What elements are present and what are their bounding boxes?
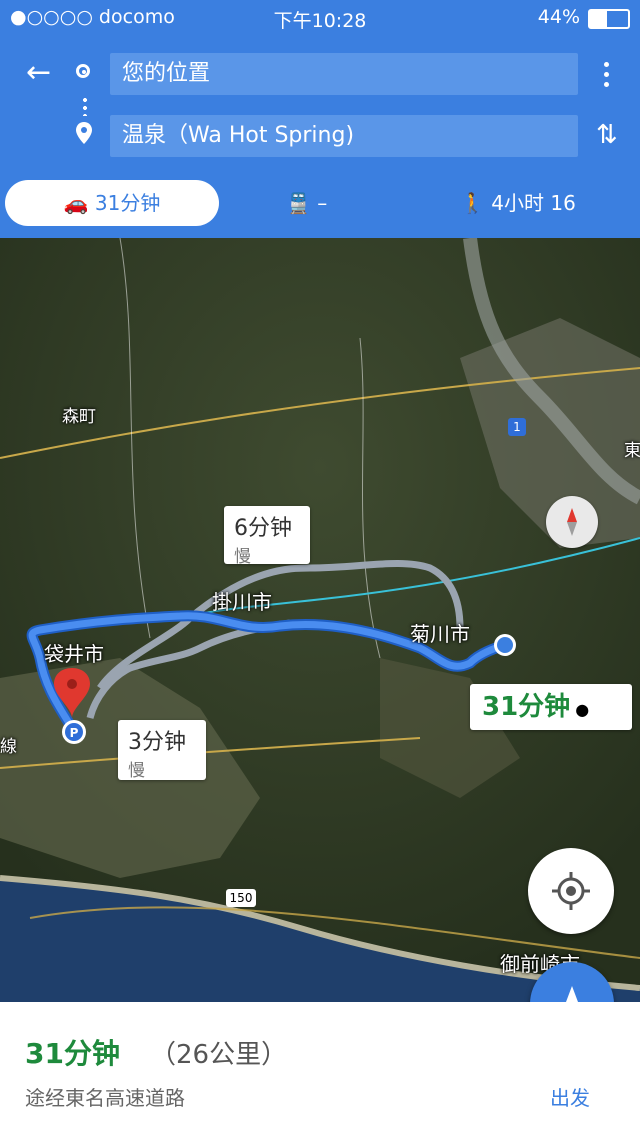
alt-route-callout-1[interactable]: 6分钟 慢 — [224, 506, 310, 567]
start-button[interactable]: 出发 — [550, 1082, 590, 1111]
alt-route-callout-2[interactable]: 3分钟 慢 — [118, 720, 206, 781]
alt-route-2-note: 慢 — [128, 761, 145, 781]
battery-icon — [588, 9, 630, 29]
more-options-icon[interactable] — [604, 62, 612, 90]
route-dots-icon — [83, 96, 87, 116]
road-shield-150: 150 — [226, 889, 256, 907]
back-arrow-icon[interactable]: ← — [26, 58, 51, 88]
map-label-mori: 森町 — [62, 407, 96, 427]
route-summary-panel[interactable]: 31分钟 （26公里） 途经東名高速道路 出发 — [0, 1002, 640, 1138]
satellite-map[interactable]: P 森町 袋井市 掛川市 菊川市 御前崎市 東 線 1 150 6分钟 慢 3分… — [0, 238, 640, 1002]
destination-field[interactable]: 温泉（Wa Hot Spring) — [110, 115, 578, 157]
tab-driving[interactable]: 🚗 31分钟 — [5, 180, 219, 226]
toll-icon: ● — [575, 700, 590, 719]
compass-button[interactable] — [546, 496, 598, 548]
svg-text:P: P — [70, 726, 79, 740]
map-label-fukuroi: 袋井市 — [44, 642, 104, 666]
road-shield-1: 1 — [508, 418, 526, 436]
route-via: 途经東名高速道路 — [25, 1086, 185, 1110]
origin-dot-icon — [76, 64, 90, 78]
origin-field[interactable]: 您的位置 — [110, 53, 578, 95]
map-label-kikugawa: 菊川市 — [410, 622, 470, 646]
route-distance: （26公里） — [150, 1040, 288, 1070]
tab-walking[interactable]: 🚶 4小时 16 — [460, 180, 640, 226]
travel-mode-tabs: 🚗 31分钟 🚆 – 🚶 4小时 16 — [0, 180, 640, 230]
tab-transit[interactable]: 🚆 – — [286, 180, 376, 226]
tab-walking-label: 4小时 16 — [491, 191, 576, 215]
crosshair-icon — [552, 872, 590, 910]
main-route-time: 31分钟 — [482, 692, 571, 722]
destination-pin-icon — [76, 122, 92, 144]
car-icon: 🚗 — [63, 191, 89, 215]
train-icon: 🚆 — [286, 191, 311, 215]
map-label-east: 東 — [624, 441, 640, 461]
route-duration: 31分钟 — [25, 1037, 120, 1070]
tab-transit-label: – — [317, 191, 328, 215]
swap-icon[interactable]: ⇅ — [596, 120, 618, 150]
alt-route-1-note: 慢 — [234, 547, 251, 567]
status-bar: ●○○○○ docomo 下午10:28 44% — [0, 0, 640, 34]
map-label-kakegawa: 掛川市 — [212, 590, 272, 614]
directions-header: ●○○○○ docomo 下午10:28 44% ← 您的位置 温泉（Wa Ho… — [0, 0, 640, 238]
alt-route-2-time: 3分钟 — [128, 730, 186, 755]
main-route-callout[interactable]: 31分钟 ● — [470, 684, 632, 730]
compass-icon — [567, 508, 577, 536]
walking-icon: 🚶 — [460, 191, 485, 215]
map-label-line: 線 — [0, 737, 17, 757]
alt-route-1-time: 6分钟 — [234, 516, 292, 541]
battery-percent: 44% — [537, 6, 580, 28]
battery-fill — [590, 11, 607, 27]
my-location-button[interactable] — [528, 848, 614, 934]
tab-driving-label: 31分钟 — [94, 191, 161, 215]
